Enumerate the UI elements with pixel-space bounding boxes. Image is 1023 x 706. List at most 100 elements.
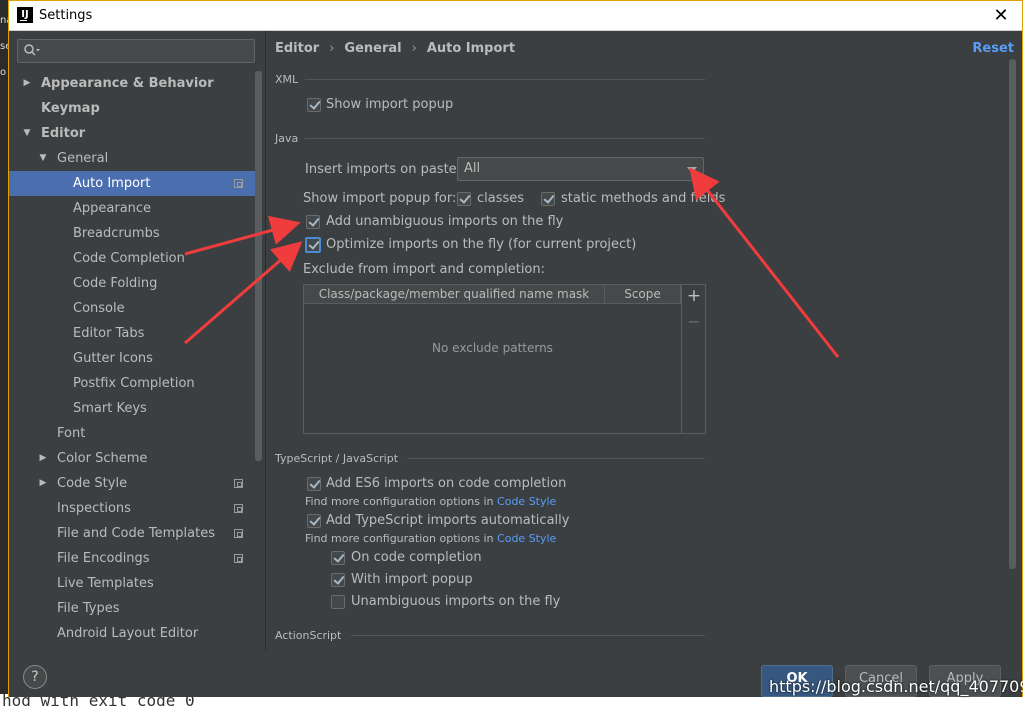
expand-right-icon[interactable]: ▶ (21, 71, 33, 96)
sidebar-item-smart-keys[interactable]: Smart Keys (9, 396, 255, 421)
sidebar-item-android-layout-editor[interactable]: Android Layout Editor (9, 621, 255, 646)
on-code-completion-checkbox[interactable] (331, 551, 345, 565)
sidebar-item-inspections[interactable]: Inspections (9, 496, 255, 521)
panel-scrollbar[interactable] (1009, 59, 1016, 569)
sidebar-item-auto-import[interactable]: Auto Import (9, 171, 255, 196)
search-box[interactable] (17, 39, 255, 63)
with-import-popup-label: With import popup (351, 572, 473, 587)
classes-checkbox[interactable] (457, 192, 471, 206)
breadcrumb: Editor › General › Auto Import (275, 41, 515, 56)
code-style-link[interactable]: Code Style (497, 495, 556, 508)
search-icon (24, 44, 40, 56)
table-toolbar: + − (681, 285, 705, 433)
es6-imports-checkbox[interactable] (307, 477, 321, 491)
sidebar-item-file-and-code-templates[interactable]: File and Code Templates (9, 521, 255, 546)
project-settings-icon (234, 179, 243, 188)
sidebar-item-label: Smart Keys (73, 401, 147, 416)
sidebar-item-gutter-icons[interactable]: Gutter Icons (9, 346, 255, 371)
on-code-completion-label: On code completion (351, 550, 482, 565)
unambiguous-imports-checkbox[interactable] (331, 595, 345, 609)
es6-hint: Find more configuration options in Code … (305, 495, 557, 508)
sidebar-item-postfix-completion[interactable]: Postfix Completion (9, 371, 255, 396)
sidebar-item-font[interactable]: Font (9, 421, 255, 446)
close-icon[interactable]: ✕ (990, 5, 1012, 27)
sidebar-item-label: Keymap (41, 101, 100, 116)
sidebar-item-label: Inspections (57, 501, 131, 516)
with-import-popup-checkbox[interactable] (331, 573, 345, 587)
breadcrumb-general: General (344, 41, 402, 56)
sidebar-item-label: Font (57, 426, 86, 441)
add-unambiguous-checkbox[interactable] (306, 215, 320, 229)
remove-icon[interactable]: − (686, 313, 702, 331)
sidebar-item-console[interactable]: Console (9, 296, 255, 321)
reset-link[interactable]: Reset (972, 41, 1014, 56)
column-header-mask[interactable]: Class/package/member qualified name mask (304, 285, 605, 304)
expand-down-icon[interactable]: ▼ (21, 121, 33, 146)
project-settings-icon (234, 479, 243, 488)
sidebar-item-appearance-behavior[interactable]: ▶ Appearance & Behavior (9, 71, 255, 96)
settings-tree: ▶ Appearance & Behavior Keymap ▼ Editor ▼ Gene… (9, 71, 255, 646)
breadcrumb-editor: Editor (275, 41, 320, 56)
window-title: Settings (39, 8, 93, 23)
sidebar-item-code-style[interactable]: ▶ Code Style (9, 471, 255, 496)
breadcrumb-auto-import: Auto Import (426, 41, 516, 56)
section-divider (407, 458, 705, 459)
show-popup-for-label: Show import popup for: (303, 191, 457, 206)
sidebar-item-label: Android Layout Editor (57, 626, 199, 641)
sidebar-item-label: Code Folding (73, 276, 158, 291)
sidebar-item-label: Postfix Completion (73, 376, 195, 391)
insert-on-paste-dropdown[interactable]: All (457, 157, 704, 181)
settings-window: IJ Settings ✕ ▶ Appearance & Behavior Keym… (8, 0, 1023, 697)
section-divider (305, 79, 705, 80)
show-import-popup-label: Show import popup (326, 97, 454, 112)
section-divider (351, 635, 705, 636)
table-empty-message: No exclude patterns (432, 341, 553, 355)
sidebar-item-label: Appearance (73, 201, 152, 216)
sidebar-item-appearance[interactable]: Appearance (9, 196, 255, 221)
sidebar-item-live-templates[interactable]: Live Templates (9, 571, 255, 596)
sidebar-item-file-types[interactable]: File Types (9, 596, 255, 621)
sidebar-item-label: Code Style (57, 476, 128, 491)
settings-panel: Editor › General › Auto Import Reset XML Sho… (267, 31, 1022, 651)
search-input[interactable] (42, 42, 247, 60)
project-settings-icon (234, 554, 243, 563)
column-header-scope[interactable]: Scope (605, 285, 681, 304)
sidebar-item-code-folding[interactable]: Code Folding (9, 271, 255, 296)
section-title-java: Java (275, 132, 299, 145)
sidebar-item-editor-tabs[interactable]: Editor Tabs (9, 321, 255, 346)
settings-sidebar: ▶ Appearance & Behavior Keymap ▼ Editor ▼ Gene… (9, 31, 266, 651)
expand-right-icon[interactable]: ▶ (37, 471, 49, 496)
sidebar-item-label: File Encodings (57, 551, 150, 566)
ts-auto-imports-checkbox[interactable] (307, 514, 321, 528)
sidebar-item-general[interactable]: ▼ General (9, 146, 255, 171)
watermark-text: https://blog.csdn.net/qq_40770950 (769, 677, 1023, 696)
sidebar-item-color-scheme[interactable]: ▶ Color Scheme (9, 446, 255, 471)
sidebar-item-editor[interactable]: ▼ Editor (9, 121, 255, 146)
sidebar-item-breadcrumbs[interactable]: Breadcrumbs (9, 221, 255, 246)
optimize-imports-checkbox[interactable] (305, 237, 321, 253)
static-methods-checkbox[interactable] (541, 192, 555, 206)
sidebar-item-label: Auto Import (73, 176, 151, 191)
sidebar-scrollbar[interactable] (255, 71, 262, 461)
sidebar-item-label: Live Templates (57, 576, 154, 591)
sidebar-item-label: Gutter Icons (73, 351, 153, 366)
background-chars: na se o (0, 15, 8, 78)
code-style-link[interactable]: Code Style (497, 532, 556, 545)
help-button[interactable]: ? (23, 665, 47, 689)
expand-down-icon[interactable]: ▼ (37, 146, 49, 171)
sidebar-item-file-encodings[interactable]: File Encodings (9, 546, 255, 571)
sidebar-item-label: Code Completion (73, 251, 185, 266)
sidebar-item-label: Breadcrumbs (73, 226, 160, 241)
show-import-popup-checkbox[interactable] (307, 98, 321, 112)
intellij-app-icon: IJ (17, 7, 33, 23)
insert-on-paste-value: All (464, 161, 481, 176)
expand-right-icon[interactable]: ▶ (37, 446, 49, 471)
add-icon[interactable]: + (686, 287, 702, 305)
sidebar-item-keymap[interactable]: Keymap (9, 96, 255, 121)
background-window-strip: na se o (0, 0, 8, 706)
classes-label: classes (477, 191, 525, 206)
exclude-label: Exclude from import and completion: (303, 262, 545, 277)
sidebar-item-label: Editor Tabs (73, 326, 145, 341)
section-title-actionscript: ActionScript (275, 629, 342, 642)
sidebar-item-code-completion[interactable]: Code Completion (9, 246, 255, 271)
